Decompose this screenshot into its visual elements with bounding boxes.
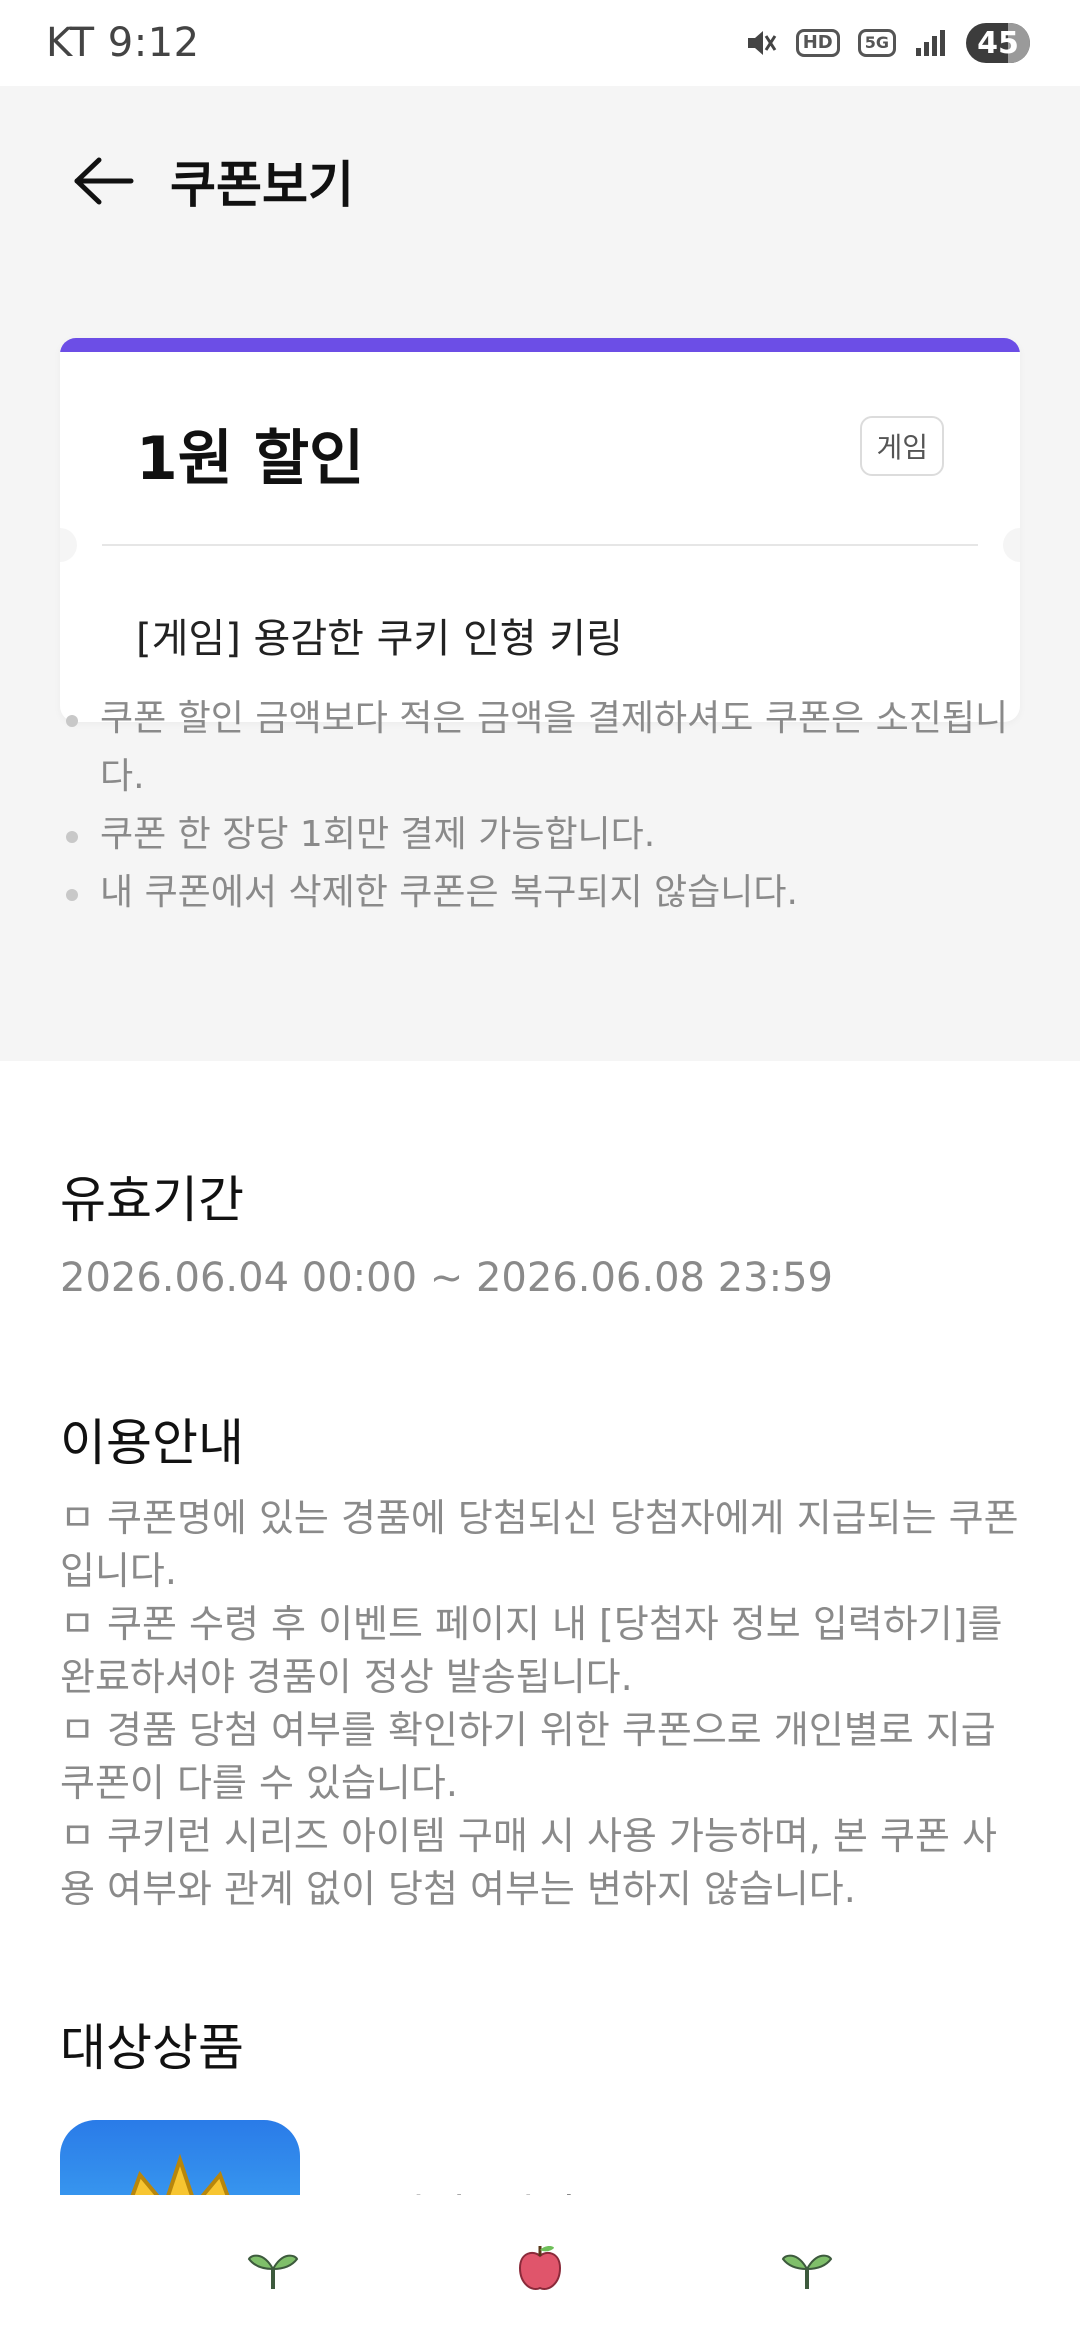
usage-line: ㅁ 쿠폰명에 있는 경품에 당첨되신 당첨자에게 지급되는 쿠폰입니다. xyxy=(60,1496,1019,1593)
5g-label: 5G xyxy=(857,29,896,57)
usage-line: ㅁ 쿠폰 수령 후 이벤트 페이지 내 [당첨자 정보 입력하기]를 완료하셔야… xyxy=(60,1602,1003,1699)
status-icons: HD 5G 45 xyxy=(744,23,1030,63)
coupon-product-name: [게임] 용감한 쿠키 인형 키링 xyxy=(136,616,623,662)
mute-icon xyxy=(744,26,778,60)
carrier-time: KT 9:12 xyxy=(46,20,200,66)
header: 쿠폰보기 xyxy=(0,126,1080,236)
validity-title: 유효기간 xyxy=(60,1171,244,1229)
coupon-category-badge: 게임 xyxy=(860,416,944,476)
battery-icon: 45 xyxy=(966,23,1030,63)
coupon-divider xyxy=(102,544,978,546)
sprout-icon[interactable] xyxy=(767,2228,847,2308)
coupon-card: 1원 할인 게임 [게임] 용감한 쿠키 인형 키링 xyxy=(60,338,1020,722)
usage-title: 이용안내 xyxy=(60,1414,244,1472)
usage-line: ㅁ 경품 당첨 여부를 확인하기 위한 쿠폰으로 개인별로 지급 쿠폰이 다를 … xyxy=(60,1708,996,1805)
usage-line: ㅁ 쿠키런 시리즈 아이템 구매 시 사용 가능하며, 본 쿠폰 사용 여부와 … xyxy=(60,1814,997,1911)
usage-guide: ㅁ 쿠폰명에 있는 경품에 당첨되신 당첨자에게 지급되는 쿠폰입니다. ㅁ 쿠… xyxy=(60,1492,1030,1916)
notice-item: 쿠폰 할인 금액보다 적은 금액을 결제하셔도 쿠폰은 소진됩니다. xyxy=(60,690,1020,806)
coupon-amount: 1원 할인 xyxy=(136,424,365,494)
notice-item: 쿠폰 한 장당 1회만 결제 가능합니다. xyxy=(60,806,1020,864)
arrow-left-icon xyxy=(74,157,134,205)
coupon-accent-bar xyxy=(60,338,1020,352)
5g-icon: 5G xyxy=(857,29,896,57)
coupon-notices: 쿠폰 할인 금액보다 적은 금액을 결제하셔도 쿠폰은 소진됩니다. 쿠폰 한 … xyxy=(60,690,1020,922)
target-products-title: 대상상품 xyxy=(60,2019,244,2077)
battery-level: 45 xyxy=(977,25,1019,61)
status-bar: KT 9:12 HD 5G 45 xyxy=(0,0,1080,86)
apple-icon[interactable] xyxy=(500,2228,580,2308)
sprout-icon[interactable] xyxy=(233,2228,313,2308)
validity-period: 2026.06.04 00:00 ~ 2026.06.08 23:59 xyxy=(60,1255,833,1301)
signal-icon xyxy=(914,28,948,58)
notice-item: 내 쿠폰에서 삭제한 쿠폰은 복구되지 않습니다. xyxy=(60,864,1020,922)
back-button[interactable] xyxy=(48,126,158,236)
coupon-notch-right xyxy=(1003,528,1020,562)
bottom-nav xyxy=(0,2195,1080,2340)
page-title: 쿠폰보기 xyxy=(170,156,354,214)
coupon-notch-left xyxy=(60,528,77,562)
coupon-summary-area: 쿠폰보기 1원 할인 게임 [게임] 용감한 쿠키 인형 키링 쿠폰 할인 금액… xyxy=(0,86,1080,1061)
hd-icon: HD xyxy=(795,29,840,57)
